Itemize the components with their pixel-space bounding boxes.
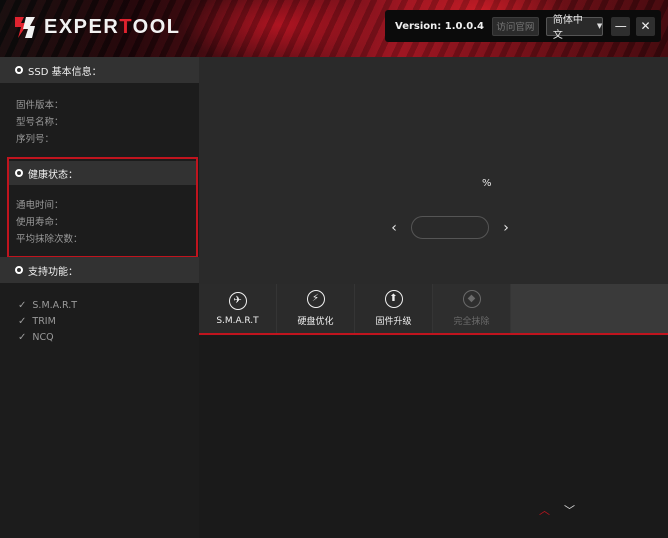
function-tabs: ✈ S.M.A.R.T ⚡ 硬盘优化 ⬆ 固件升级 ◆ 完全抹除 [199, 284, 668, 335]
check-icon: ✓ [18, 316, 27, 327]
firmware-version-label: 固件版本： [16, 100, 64, 111]
eraser-icon: ◆ [462, 290, 481, 308]
close-icon: ✕ [640, 19, 651, 33]
tab-label: S.M.A.R.T [216, 315, 259, 326]
app-logo: EXPERTOOL [12, 13, 181, 41]
close-button[interactable]: ✕ [636, 16, 655, 36]
drive-selector-pill[interactable] [411, 216, 489, 239]
tab-content-area: ︿ ﹀ [199, 336, 668, 538]
serial-number-label: 序列号： [16, 134, 55, 145]
ring-icon [15, 169, 23, 177]
feature-item: ✓ S.M.A.R.T [18, 298, 77, 314]
feature-item: ✓ NCQ [18, 330, 77, 346]
tab-label: 固件升级 [375, 317, 412, 327]
minimize-button[interactable]: — [611, 16, 631, 36]
feature-item: ✓ TRIM [18, 314, 77, 330]
title-bar: EXPERTOOL Version: 1.0.0.4 访问官网 简体中文 ▼ —… [0, 0, 668, 57]
ssd-info-title: SSD 基本信息： [28, 66, 102, 78]
health-status-section: 健康状态： 通电时间： 使用寿命： 平均抹除次数： [7, 157, 198, 258]
health-status-title: 健康状态： [28, 169, 78, 181]
check-icon: ✓ [18, 332, 27, 343]
ring-icon [15, 266, 23, 274]
health-gauge-panel: % ‹ › [199, 57, 668, 284]
previous-drive-button[interactable]: ‹ [385, 220, 403, 236]
chevron-down-icon[interactable]: ﹀ [564, 502, 575, 518]
tab-disk-optimize[interactable]: ⚡ 硬盘优化 [277, 284, 355, 333]
logo-text: EXPERTOOL [44, 15, 181, 38]
features-title: 支持功能： [28, 266, 78, 278]
scroll-controls: ︿ ﹀ [539, 502, 575, 518]
tab-smart[interactable]: ✈ S.M.A.R.T [199, 284, 277, 333]
lightning-icon: ⚡ [306, 290, 325, 308]
tab-firmware-upgrade[interactable]: ⬆ 固件升级 [355, 284, 433, 333]
tab-secure-erase[interactable]: ◆ 完全抹除 [433, 284, 511, 333]
health-info-list: 通电时间： 使用寿命： 平均抹除次数： [16, 197, 83, 248]
tab-label: 硬盘优化 [297, 317, 334, 327]
model-name-label: 型号名称： [16, 117, 64, 128]
ssd-info-header: SSD 基本信息： [0, 57, 199, 83]
logo-mark-icon [15, 17, 35, 38]
check-icon: ✓ [18, 300, 27, 311]
airplane-icon: ✈ [228, 291, 247, 310]
sidebar: SSD 基本信息： 固件版本： 型号名称： 序列号： 健康状态： 通电时间： 使… [0, 57, 199, 538]
features-list: ✓ S.M.A.R.T ✓ TRIM ✓ NCQ [18, 298, 77, 346]
lifespan-label: 使用寿命： [16, 217, 64, 228]
chevron-up-icon[interactable]: ︿ [539, 502, 550, 518]
chevron-down-icon: ▼ [596, 22, 603, 30]
minimize-icon: — [614, 19, 627, 33]
top-controls: Version: 1.0.0.4 访问官网 简体中文 ▼ — ✕ [385, 10, 661, 42]
version-label: Version: 1.0.0.4 [395, 20, 484, 32]
power-on-time-label: 通电时间： [16, 200, 64, 211]
tab-bar-filler [511, 284, 668, 333]
avg-erase-count-label: 平均抹除次数： [16, 234, 83, 245]
ring-icon [15, 66, 23, 74]
visit-website-button[interactable]: 访问官网 [491, 16, 539, 36]
upload-arrow-icon: ⬆ [384, 290, 403, 308]
tab-label: 完全抹除 [453, 317, 490, 327]
next-drive-button[interactable]: › [497, 220, 515, 236]
percent-label: % [482, 178, 492, 189]
language-select[interactable]: 简体中文 ▼ [545, 15, 604, 41]
features-header: 支持功能： [0, 257, 199, 283]
ssd-info-list: 固件版本： 型号名称： 序列号： [0, 83, 199, 148]
drive-pager: ‹ › [385, 216, 515, 239]
language-value: 简体中文 [552, 15, 583, 41]
health-status-header: 健康状态： [9, 161, 196, 185]
